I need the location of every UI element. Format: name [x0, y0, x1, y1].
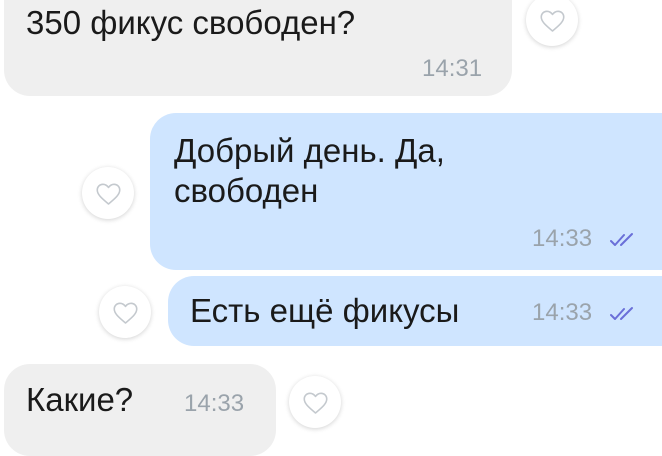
message-bubble-outgoing[interactable]: Есть ещё фикусы 14:33 [168, 276, 662, 346]
message-text: Добрый день. Да, свободен [174, 132, 445, 209]
heart-outline-icon [112, 301, 138, 324]
message-text: 350 фикус свободен? [26, 4, 356, 41]
like-button[interactable] [526, 0, 578, 46]
message-timestamp: 14:33 [184, 390, 245, 417]
double-check-icon [610, 307, 633, 320]
like-button[interactable] [289, 376, 341, 428]
double-check-icon [610, 233, 633, 246]
heart-outline-icon [302, 391, 328, 414]
message-text: Какие? [26, 381, 134, 418]
heart-outline-icon [95, 182, 121, 205]
message-bubble-incoming[interactable]: 350 фикус свободен? 14:31 [4, 0, 512, 96]
message-bubble-outgoing[interactable]: Добрый день. Да, свободен 14:33 [150, 113, 662, 270]
like-button[interactable] [82, 167, 134, 219]
message-bubble-incoming[interactable]: Какие? 14:33 [4, 364, 276, 456]
message-text: Есть ещё фикусы [190, 292, 460, 329]
message-timestamp: 14:31 [422, 55, 483, 82]
heart-outline-icon [539, 9, 565, 32]
message-timestamp: 14:33 [532, 299, 593, 326]
message-timestamp: 14:33 [532, 225, 593, 252]
like-button[interactable] [99, 286, 151, 338]
